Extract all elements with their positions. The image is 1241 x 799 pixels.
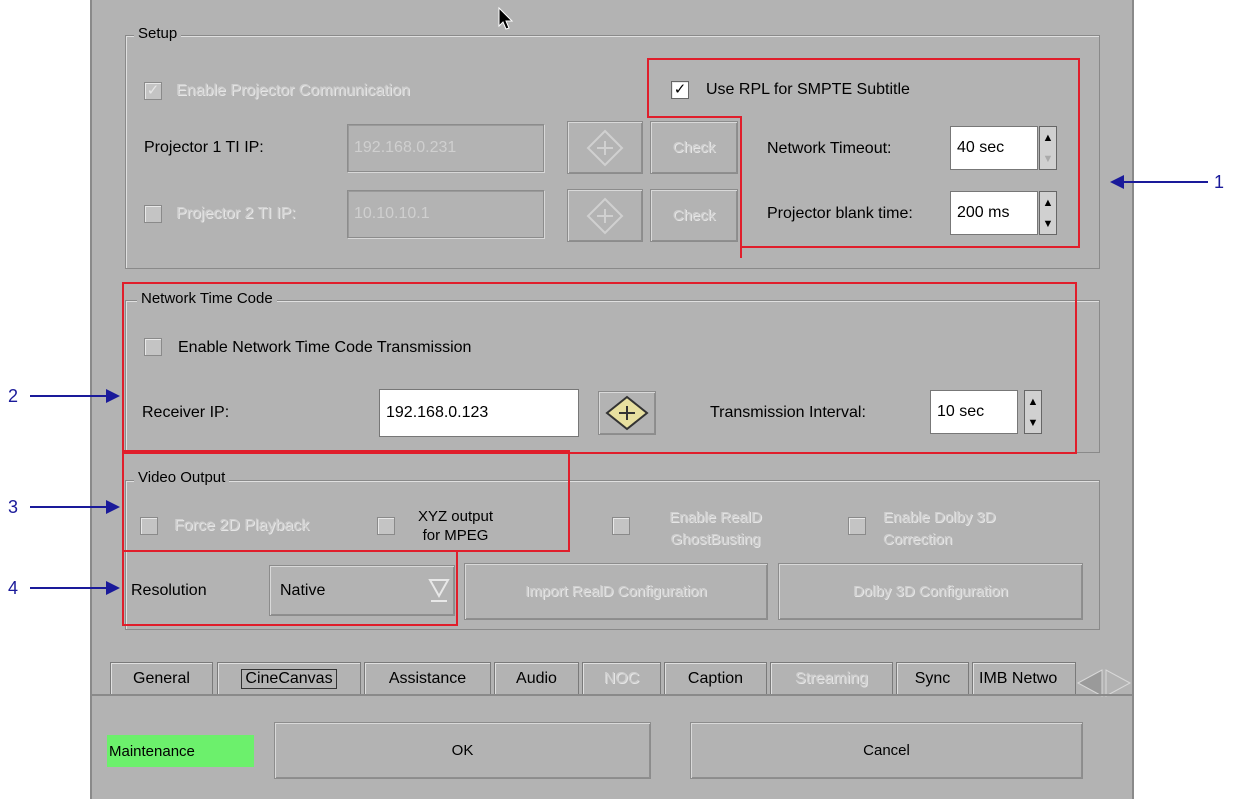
spin-down-icon[interactable]: ▼: [1040, 148, 1056, 169]
cancel-button[interactable]: Cancel: [690, 722, 1083, 779]
tab-noc[interactable]: NOC: [582, 662, 661, 694]
keyboard-icon: [586, 197, 624, 234]
projector-blank-field[interactable]: 200 ms: [950, 191, 1038, 235]
projector2-keyboard-button[interactable]: [567, 189, 643, 242]
projector2-checkbox[interactable]: [144, 205, 162, 223]
tab-general[interactable]: General: [110, 662, 213, 694]
callout-1-arrow: [1110, 175, 1208, 189]
enable-projector-comm-label: Enable Projector Communication: [176, 82, 410, 99]
callout-3-number: 3: [8, 497, 19, 517]
projector2-check-button[interactable]: Check: [650, 189, 738, 242]
network-timeout-label: Network Timeout:: [767, 140, 892, 157]
network-timeout-spinner[interactable]: ▲ ▼: [1039, 126, 1057, 170]
projector1-ip-field[interactable]: 192.168.0.231: [347, 124, 544, 172]
dolby-correction-label: Enable Dolby 3D Correction: [883, 507, 996, 551]
tab-sync[interactable]: Sync: [896, 662, 969, 694]
tab-cinecanvas-label: CineCanvas: [241, 668, 337, 689]
maintenance-badge: Maintenance: [107, 735, 254, 767]
ok-button[interactable]: OK: [274, 722, 651, 779]
enable-projector-comm-checkbox[interactable]: ✓: [144, 82, 162, 100]
projector1-keyboard-button[interactable]: [567, 121, 643, 174]
highlight-1-bottom: [740, 246, 1080, 248]
scroll-left-icon[interactable]: [1076, 669, 1103, 697]
import-reald-button[interactable]: Import RealD Configuration: [464, 563, 768, 620]
keyboard-icon: [586, 129, 624, 166]
spin-up-icon[interactable]: ▲: [1040, 192, 1056, 213]
dolby-config-button[interactable]: Dolby 3D Configuration: [778, 563, 1083, 620]
use-rpl-label: Use RPL for SMPTE Subtitle: [706, 81, 910, 98]
dolby-line2: Correction: [883, 531, 953, 548]
highlight-1-step: [647, 116, 742, 118]
projector1-label: Projector 1 TI IP:: [144, 139, 264, 156]
tab-audio[interactable]: Audio: [494, 662, 579, 694]
highlight-1-left-lower: [740, 116, 742, 258]
network-timeout-field[interactable]: 40 sec: [950, 126, 1038, 170]
projector2-ip-field[interactable]: 10.10.10.1: [347, 190, 544, 238]
tab-streaming[interactable]: Streaming: [770, 662, 893, 694]
projector1-check-button[interactable]: Check: [650, 121, 738, 174]
dolby-line1: Enable Dolby 3D: [883, 509, 996, 526]
callout-1-number: 1: [1214, 172, 1225, 192]
highlight-1-top: [647, 58, 1080, 60]
highlight-1-left-upper: [647, 58, 649, 118]
callout-4-arrow: [30, 581, 120, 595]
use-rpl-checkbox[interactable]: ✓: [671, 81, 689, 99]
reald-ghostbusting-label: Enable RealD GhostBusting: [648, 507, 783, 551]
tab-assistance[interactable]: Assistance: [364, 662, 491, 694]
tab-baseline: [92, 694, 1132, 696]
highlight-4: [122, 550, 458, 626]
tab-caption[interactable]: Caption: [664, 662, 767, 694]
reald-line2: GhostBusting: [670, 531, 761, 548]
projector2-label: Projector 2 TI IP:: [176, 205, 296, 222]
projector-blank-spinner[interactable]: ▲ ▼: [1039, 191, 1057, 235]
scroll-right-icon[interactable]: [1105, 669, 1132, 697]
tab-imb-network[interactable]: IMB Netwo: [972, 662, 1076, 694]
callout-4-number: 4: [8, 578, 19, 598]
callout-2-arrow: [30, 389, 120, 403]
spin-up-icon[interactable]: ▲: [1040, 127, 1056, 148]
callout-3-arrow: [30, 500, 120, 514]
mouse-pointer-icon: [498, 6, 514, 30]
dolby-correction-checkbox[interactable]: [848, 517, 866, 535]
tab-cinecanvas[interactable]: CineCanvas: [217, 662, 361, 694]
projector-blank-label: Projector blank time:: [767, 205, 913, 222]
callout-2-number: 2: [8, 386, 19, 406]
spin-down-icon[interactable]: ▼: [1040, 213, 1056, 234]
highlight-1-right: [1078, 58, 1080, 248]
reald-line1: Enable RealD: [669, 509, 762, 526]
setup-legend: Setup: [134, 25, 182, 42]
highlight-3: [122, 450, 570, 552]
reald-ghostbusting-checkbox[interactable]: [612, 517, 630, 535]
highlight-2: [122, 282, 1077, 454]
